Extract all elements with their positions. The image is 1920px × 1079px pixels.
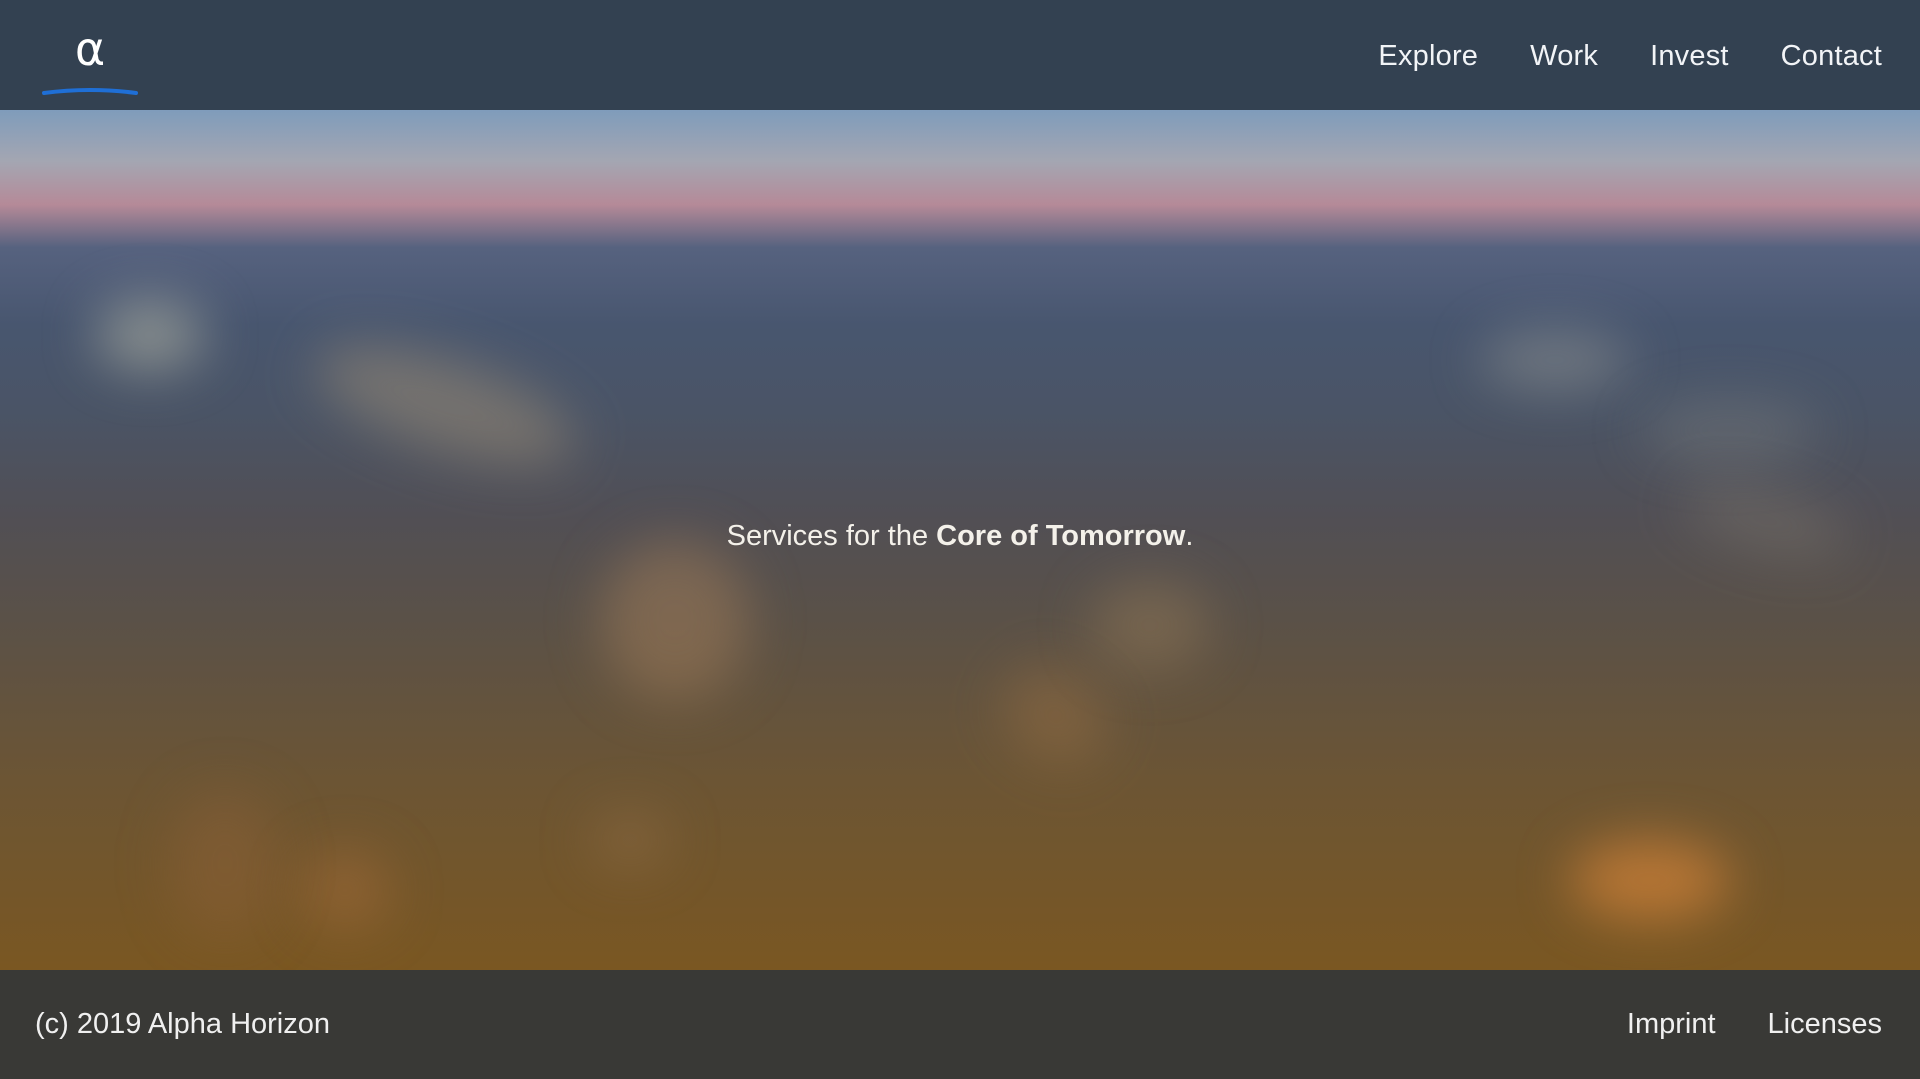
footer-links: Imprint Licenses <box>1627 1008 1882 1041</box>
site-footer: (c) 2019 Alpha Horizon Imprint Licenses <box>0 970 1920 1079</box>
tagline-prefix: Services for the <box>726 520 937 552</box>
bg-blur-shape <box>302 320 588 490</box>
nav-contact[interactable]: Contact <box>1781 40 1882 73</box>
footer-link-imprint[interactable]: Imprint <box>1627 1008 1716 1041</box>
logo-underline-icon <box>42 88 138 95</box>
bg-blur-shape <box>984 646 1126 784</box>
nav-explore[interactable]: Explore <box>1378 40 1478 73</box>
bg-blur-shape <box>600 540 750 700</box>
nav-work[interactable]: Work <box>1530 40 1598 73</box>
copyright-text: (c) 2019 Alpha Horizon <box>35 1008 330 1040</box>
alpha-logo[interactable]: α <box>42 20 138 95</box>
site-header: α Explore Work Invest Contact <box>0 0 1920 110</box>
nav-invest[interactable]: Invest <box>1650 40 1729 73</box>
footer-link-licenses[interactable]: Licenses <box>1768 1008 1882 1041</box>
bg-blur-shape <box>95 300 205 370</box>
alpha-glyph-icon: α <box>74 22 106 76</box>
bg-blur-shape <box>170 790 280 940</box>
hero-tagline: Services for the Core of Tomorrow. <box>0 520 1920 553</box>
tagline-suffix: . <box>1185 520 1194 552</box>
tagline-emphasis: Core of Tomorrow <box>936 520 1186 552</box>
bg-blur-shape <box>1480 330 1630 390</box>
bg-blur-shape <box>1090 580 1210 670</box>
main-nav: Explore Work Invest Contact <box>1378 40 1882 73</box>
hero-background: Services for the Core of Tomorrow. <box>0 110 1920 970</box>
bg-blur-shape <box>1640 400 1820 460</box>
bg-blur-shape <box>1570 840 1730 920</box>
bg-blur-shape <box>300 850 390 930</box>
bg-blur-shape <box>590 810 670 870</box>
